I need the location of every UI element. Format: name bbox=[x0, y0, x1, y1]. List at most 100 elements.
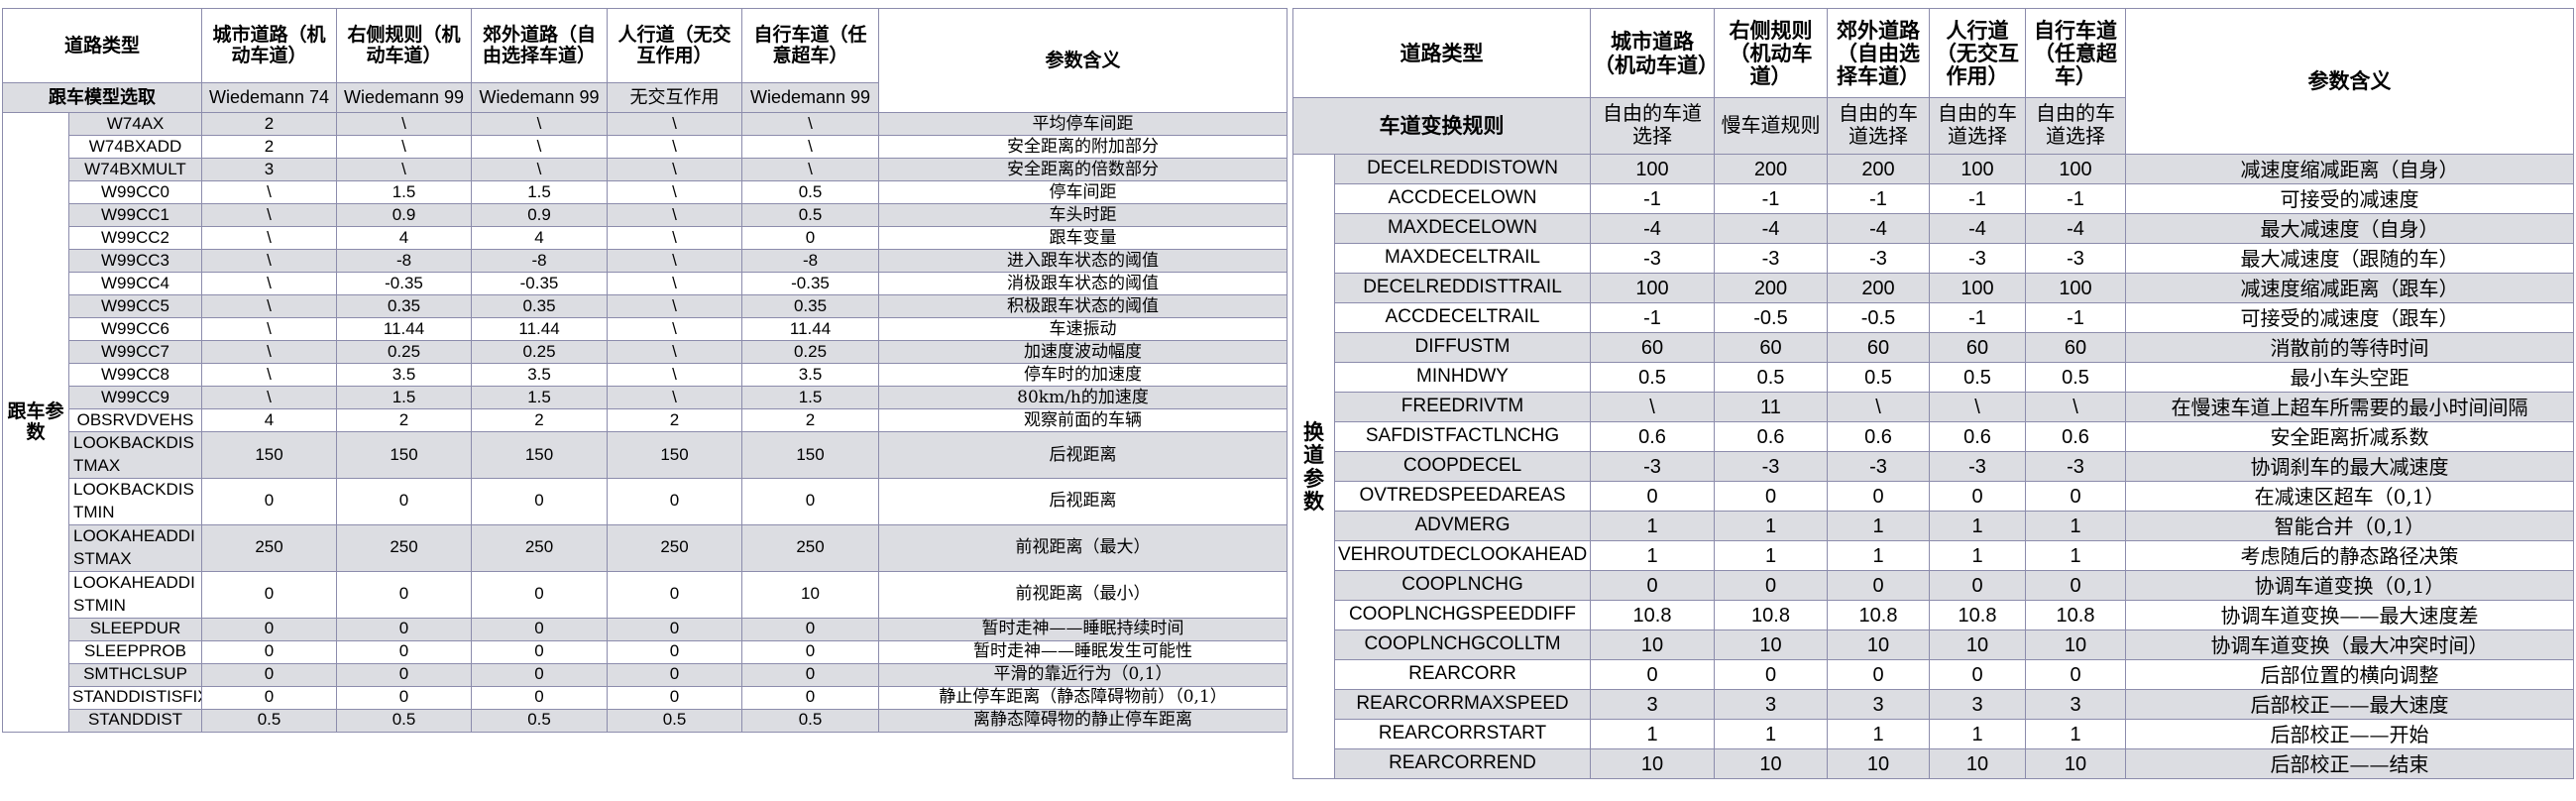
param-value: 0.6 bbox=[1590, 421, 1715, 452]
param-value: 10.8 bbox=[1714, 600, 1828, 630]
param-value: \ bbox=[471, 112, 609, 136]
param-value: 0.5 bbox=[741, 180, 880, 204]
param-value: \ bbox=[2025, 392, 2126, 422]
param-value: 2 bbox=[607, 408, 743, 432]
param-value: 3 bbox=[1590, 689, 1715, 720]
param-meaning: 停车时的加速度 bbox=[878, 363, 1288, 387]
param-value: 0 bbox=[1827, 570, 1930, 601]
param-value: 3.5 bbox=[471, 363, 609, 387]
param-value: 10.8 bbox=[1827, 600, 1930, 630]
param-value: \ bbox=[336, 135, 473, 159]
param-value: 0 bbox=[2025, 659, 2126, 690]
table-row: DECELREDDISTTRAIL 100 200 200 100 100 减速度缩减距离（… bbox=[1293, 273, 2574, 303]
param-meaning: 考虑随后的静态路径决策 bbox=[2125, 540, 2574, 571]
param-name: LOOKBACKDISTMIN bbox=[67, 477, 203, 525]
table-row: COOPLNCHGSPEEDDIFF 10.8 10.8 10.8 10.8 10.8 协调… bbox=[1293, 600, 2574, 630]
param-value: 10 bbox=[2025, 629, 2126, 660]
param-value: 60 bbox=[1714, 332, 1828, 363]
param-meaning: 最大减速度（自身） bbox=[2125, 213, 2574, 244]
param-meaning: 跟车变量 bbox=[878, 226, 1288, 250]
table-row: STANDDIST 0.5 0.5 0.5 0.5 0.5 离静态障碍物的静止停车距离 bbox=[3, 708, 1288, 733]
table-row: W99CC5 \ 0.35 0.35 \ 0.35 积极跟车状态的阈值 bbox=[3, 294, 1288, 318]
param-name: DECELREDDISTOWN bbox=[1334, 154, 1591, 184]
param-value: \ bbox=[201, 340, 338, 364]
param-value: 100 bbox=[2025, 273, 2126, 303]
param-meaning: 进入跟车状态的阈值 bbox=[878, 249, 1288, 273]
param-value: 10 bbox=[1929, 748, 2026, 779]
param-value: -1 bbox=[1714, 183, 1828, 214]
param-value: 200 bbox=[1714, 154, 1828, 184]
param-value: 250 bbox=[471, 523, 609, 572]
param-value: \ bbox=[607, 203, 743, 227]
param-value: 1.5 bbox=[471, 386, 609, 409]
param-value: 100 bbox=[2025, 154, 2126, 184]
table-row: W99CC9 \ 1.5 1.5 \ 1.5 80km/h的加速度 bbox=[3, 386, 1288, 409]
param-value: 11.44 bbox=[741, 317, 880, 341]
param-value: 1 bbox=[1714, 511, 1828, 541]
param-meaning: 积极跟车状态的阈值 bbox=[878, 294, 1288, 318]
param-meaning: 最大减速度（跟随的车） bbox=[2125, 243, 2574, 274]
param-meaning: 消散前的等待时间 bbox=[2125, 332, 2574, 363]
param-value: 0 bbox=[741, 662, 880, 687]
param-name: STANDDIST bbox=[67, 708, 203, 733]
model-cell: 无交互作用 bbox=[607, 82, 743, 113]
param-name: MAXDECELTRAIL bbox=[1334, 243, 1591, 274]
param-name: SAFDISTFACTLNCHG bbox=[1334, 421, 1591, 452]
table-row: REARCORREND 10 10 10 10 10 后部校正——结束 bbox=[1293, 748, 2574, 779]
param-value: 1 bbox=[2025, 540, 2126, 571]
param-value: \ bbox=[201, 294, 338, 318]
param-value: 0.5 bbox=[336, 708, 473, 733]
param-meaning: 后部校正——结束 bbox=[2125, 748, 2574, 779]
table-row: 换道参数 DECELREDDISTOWN 100 200 200 100 100 减速度缩减距… bbox=[1292, 154, 2574, 779]
param-value: -4 bbox=[2025, 213, 2126, 244]
param-value: \ bbox=[1827, 392, 1930, 422]
car-following-params-table: 道路类型 城市道路（机动车道） 右侧规则（机动车道） 郊外道路（自由选择车道） 人行道（… bbox=[1, 8, 1288, 733]
param-value: 3.5 bbox=[336, 363, 473, 387]
param-value: 150 bbox=[741, 431, 880, 479]
table-row: ACCDECELTRAIL -1 -0.5 -0.5 -1 -1 可接受的减速度（跟车） bbox=[1293, 302, 2574, 333]
param-value: \ bbox=[607, 340, 743, 364]
param-name: STANDDISTISFIX bbox=[67, 685, 203, 710]
param-name: W99CC4 bbox=[67, 272, 203, 295]
param-value: 0.9 bbox=[336, 203, 473, 227]
param-name: LOOKAHEADDISTMAX bbox=[67, 523, 203, 572]
param-value: 0 bbox=[1929, 570, 2026, 601]
param-meaning: 观察前面的车辆 bbox=[878, 408, 1288, 432]
param-name: COOPDECEL bbox=[1334, 451, 1591, 482]
param-meaning: 平滑的靠近行为（0,1） bbox=[878, 662, 1288, 687]
param-value: 10.8 bbox=[1590, 600, 1715, 630]
param-value: 0 bbox=[607, 685, 743, 710]
param-value: 11 bbox=[1714, 392, 1828, 422]
column-header: 自行车道（任意超车） bbox=[2025, 8, 2126, 98]
param-name: W99CC7 bbox=[67, 340, 203, 364]
param-value: 250 bbox=[336, 523, 473, 572]
param-value: 0.6 bbox=[1929, 421, 2026, 452]
param-value: 0 bbox=[741, 226, 880, 250]
param-value: -0.35 bbox=[336, 272, 473, 295]
param-meaning: 后视距离 bbox=[878, 431, 1288, 479]
param-meaning: 安全距离的附加部分 bbox=[878, 135, 1288, 159]
param-value: 3 bbox=[1929, 689, 2026, 720]
param-value: 10 bbox=[1714, 748, 1828, 779]
param-value: 11.44 bbox=[471, 317, 609, 341]
param-value: 1.5 bbox=[336, 386, 473, 409]
table-row: SMTHCLSUP 0 0 0 0 0 平滑的靠近行为（0,1） bbox=[3, 662, 1288, 687]
param-value: 10 bbox=[741, 570, 880, 619]
param-meaning: 暂时走神——睡眠发生可能性 bbox=[878, 639, 1288, 664]
param-value: 150 bbox=[471, 431, 609, 479]
param-meaning: 在减速区超车（0,1） bbox=[2125, 481, 2574, 512]
param-value: -3 bbox=[1929, 451, 2026, 482]
param-value: 100 bbox=[1590, 273, 1715, 303]
param-value: 10 bbox=[1590, 629, 1715, 660]
table-row: LOOKAHEADDISTMAX 250 250 250 250 250 前视距离（最大） bbox=[3, 523, 1288, 572]
param-meaning: 协调车道变换（最大冲突时间） bbox=[2125, 629, 2574, 660]
column-header: 道路类型 bbox=[1292, 8, 1591, 98]
param-value: 0 bbox=[336, 662, 473, 687]
column-header: 参数含义 bbox=[2125, 8, 2574, 155]
param-value: -1 bbox=[1827, 183, 1930, 214]
param-meaning: 停车间距 bbox=[878, 180, 1288, 204]
group-label: 换道参数 bbox=[1292, 154, 1335, 779]
param-value: 10 bbox=[2025, 748, 2126, 779]
param-value: 10 bbox=[1714, 629, 1828, 660]
param-meaning: 安全距离折减系数 bbox=[2125, 421, 2574, 452]
